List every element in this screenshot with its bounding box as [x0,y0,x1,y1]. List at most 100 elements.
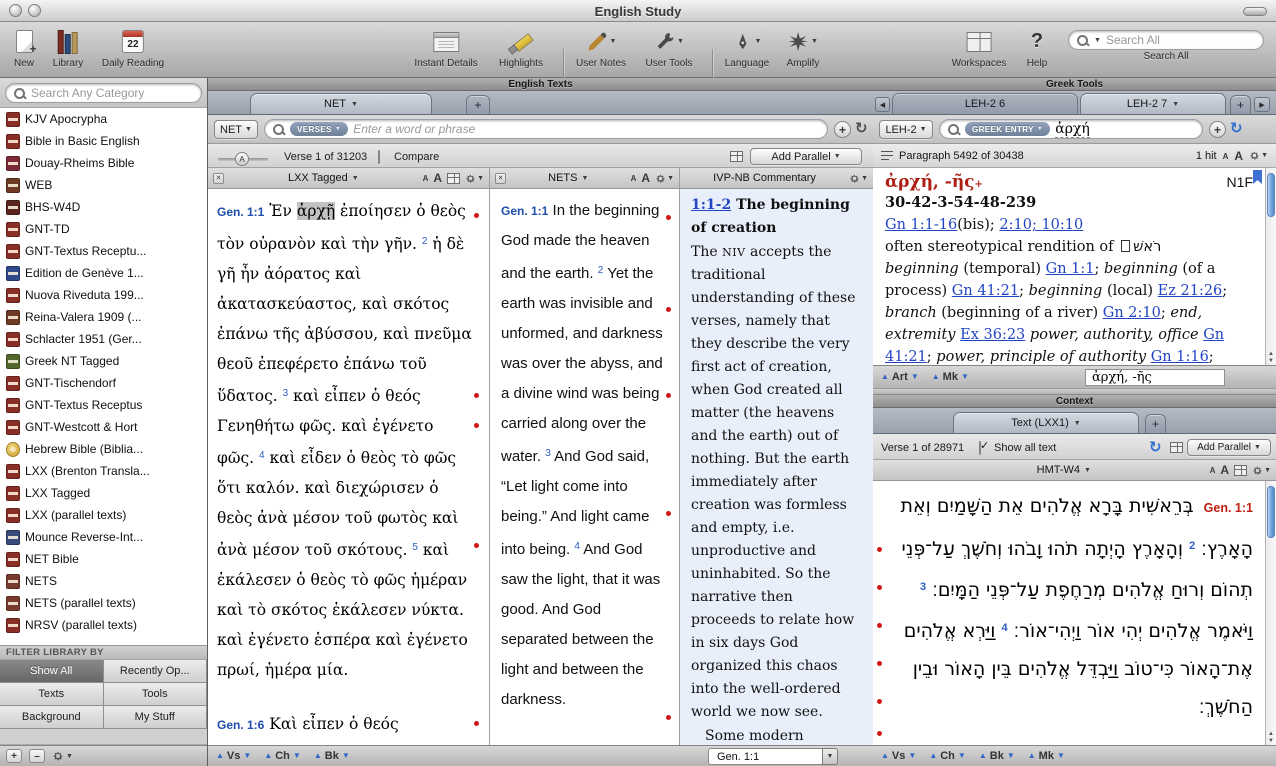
library-item[interactable]: GNT-Tischendorf [0,372,207,394]
library-item[interactable]: NET Bible [0,548,207,570]
toolbar-toggle-button[interactable] [1243,7,1267,16]
library-item[interactable]: LXX Tagged [0,482,207,504]
scrollbar-arrows[interactable]: ▲ ▼ [1266,351,1276,364]
library-item[interactable]: LXX (parallel texts) [0,504,207,526]
compare-checkbox[interactable] [378,150,380,164]
seg-link[interactable]: Gn 1:1 [1046,261,1095,277]
library-item[interactable]: BHS-W4D [0,196,207,218]
column-action-menu[interactable]: ▼ [465,173,484,184]
add-parallel-button[interactable]: Add Parallel ▼ [1187,439,1271,456]
library-item[interactable]: GNT-Textus Receptu... [0,240,207,262]
scrollbar-thumb[interactable] [1267,173,1275,217]
article-down-button[interactable] [911,373,919,381]
add-tab-button[interactable] [1145,414,1166,433]
library-item[interactable]: Greek NT Tagged [0,350,207,372]
tab-scroll-right-button[interactable]: ▶ [1254,97,1270,112]
library-item[interactable]: GNT-Westcott & Hort [0,416,207,438]
library-item[interactable]: Reina-Valera 1909 (... [0,306,207,328]
filter-recently-opened-button[interactable]: Recently Op... [103,660,207,683]
chapter-up-button[interactable] [264,752,272,760]
workspaces-button[interactable]: Workspaces [952,26,1006,69]
library-search-input[interactable]: Search Any Category [5,83,202,103]
seg-link[interactable]: Gn 1:16 [1151,349,1209,365]
library-item[interactable]: Hebrew Bible (Biblia... [0,438,207,460]
seg-linkb[interactable]: 1:1-2 [691,197,731,213]
user-notes-button[interactable]: ▼ User Notes [576,26,626,69]
instant-details-button[interactable]: Instant Details [414,26,478,69]
add-search-button[interactable]: + [1209,121,1226,138]
add-tab-button[interactable] [466,95,490,114]
filter-tools-button[interactable]: Tools [103,683,207,706]
seg-link[interactable]: Ex 36:23 [960,327,1025,343]
article-up-button[interactable] [881,373,889,381]
pane-action-menu[interactable]: ▼ [1249,150,1268,161]
scrollbar-arrows[interactable]: ▲ ▼ [1266,731,1276,744]
verse-down-button[interactable] [243,752,251,760]
add-item-button[interactable]: + [6,749,22,763]
decrease-font-button[interactable] [1223,150,1229,162]
search-mode-dropdown[interactable]: GREEK ENTRY ▼ [965,122,1051,136]
mark-up-button[interactable] [932,373,940,381]
remove-item-button[interactable]: – [29,749,45,763]
combo-arrow-button[interactable]: ▼ [822,748,838,765]
chapter-down-button[interactable] [958,752,966,760]
decrease-font-button[interactable] [423,172,429,184]
search-all-input[interactable]: ▼ Search All [1068,30,1264,50]
library-item[interactable]: Douay-Rheims Bible [0,152,207,174]
verse-up-button[interactable] [216,752,224,760]
library-item[interactable]: Bible in Basic English [0,130,207,152]
library-item[interactable]: Mounce Reverse-Int... [0,526,207,548]
tab-scroll-left-button[interactable]: ◀ [875,97,890,112]
column-action-menu[interactable]: ▼ [849,173,868,184]
verse-up-button[interactable] [881,752,889,760]
column-title-dropdown[interactable]: IVP-NB Commentary [685,172,844,184]
language-button[interactable]: ▼ Language [725,26,769,69]
refresh-icon[interactable] [1230,121,1243,136]
column-action-menu[interactable]: ▼ [655,173,674,184]
decrease-font-button[interactable] [631,172,637,184]
decrease-font-button[interactable] [1210,464,1216,476]
close-icon[interactable] [213,172,224,184]
filter-my-stuff-button[interactable]: My Stuff [103,706,207,729]
text-size-slider[interactable]: A [218,152,268,166]
library-item[interactable]: WEB [0,174,207,196]
column-action-menu[interactable]: ▼ [1252,465,1271,476]
seg-link[interactable]: Gn 2:10 [1103,305,1161,321]
panes-icon[interactable] [1234,464,1248,476]
panes-icon[interactable] [447,172,461,184]
library-item[interactable]: KJV Apocrypha [0,108,207,130]
seg-link[interactable]: Gn 41:21 [952,283,1019,299]
verse-down-button[interactable] [908,752,916,760]
chapter-up-button[interactable] [929,752,937,760]
search-scope-button[interactable]: NET ▼ [214,120,258,139]
help-button[interactable]: Help [1027,26,1048,69]
filter-show-all-button[interactable]: Show All [0,660,104,683]
library-item[interactable]: LXX (Brenton Transla... [0,460,207,482]
add-tab-button[interactable] [1230,95,1251,114]
greek-entry-search-input[interactable]: GREEK ENTRY ▼ ἀρχή [939,119,1203,139]
panes-icon[interactable] [1170,442,1183,453]
book-down-button[interactable] [342,752,350,760]
library-item[interactable]: Schlacter 1951 (Ger... [0,328,207,350]
tab-leh2-6[interactable]: LEH-2 6 [892,93,1078,114]
new-button[interactable]: New [14,26,36,69]
verse-reference-combo[interactable]: Gen. 1:1 ▼ [708,748,838,765]
hebrew-scrollbar[interactable]: ▲ ▼ [1265,481,1276,745]
book-up-button[interactable] [979,752,987,760]
filter-background-button[interactable]: Background [0,706,104,729]
chapter-down-button[interactable] [293,752,301,760]
seg-link[interactable]: Ez 21:26 [1158,283,1223,299]
increase-font-button[interactable] [641,171,650,185]
refresh-icon[interactable] [1149,440,1162,455]
book-down-button[interactable] [1007,752,1015,760]
lexicon-scrollbar[interactable]: ▲ ▼ [1265,168,1276,365]
sidebar-action-menu[interactable]: ▼ [52,750,73,762]
book-up-button[interactable] [314,752,322,760]
column-title-dropdown[interactable]: LXX Tagged ▼ [229,172,418,184]
close-icon[interactable] [495,172,506,184]
filter-texts-button[interactable]: Texts [0,683,104,706]
column-title-dropdown[interactable]: HMT-W4 ▼ [923,464,1205,476]
library-button[interactable]: Library [53,26,83,69]
user-tools-button[interactable]: ▼ User Tools [645,26,693,69]
library-item[interactable]: NRSV (parallel texts) [0,614,207,636]
